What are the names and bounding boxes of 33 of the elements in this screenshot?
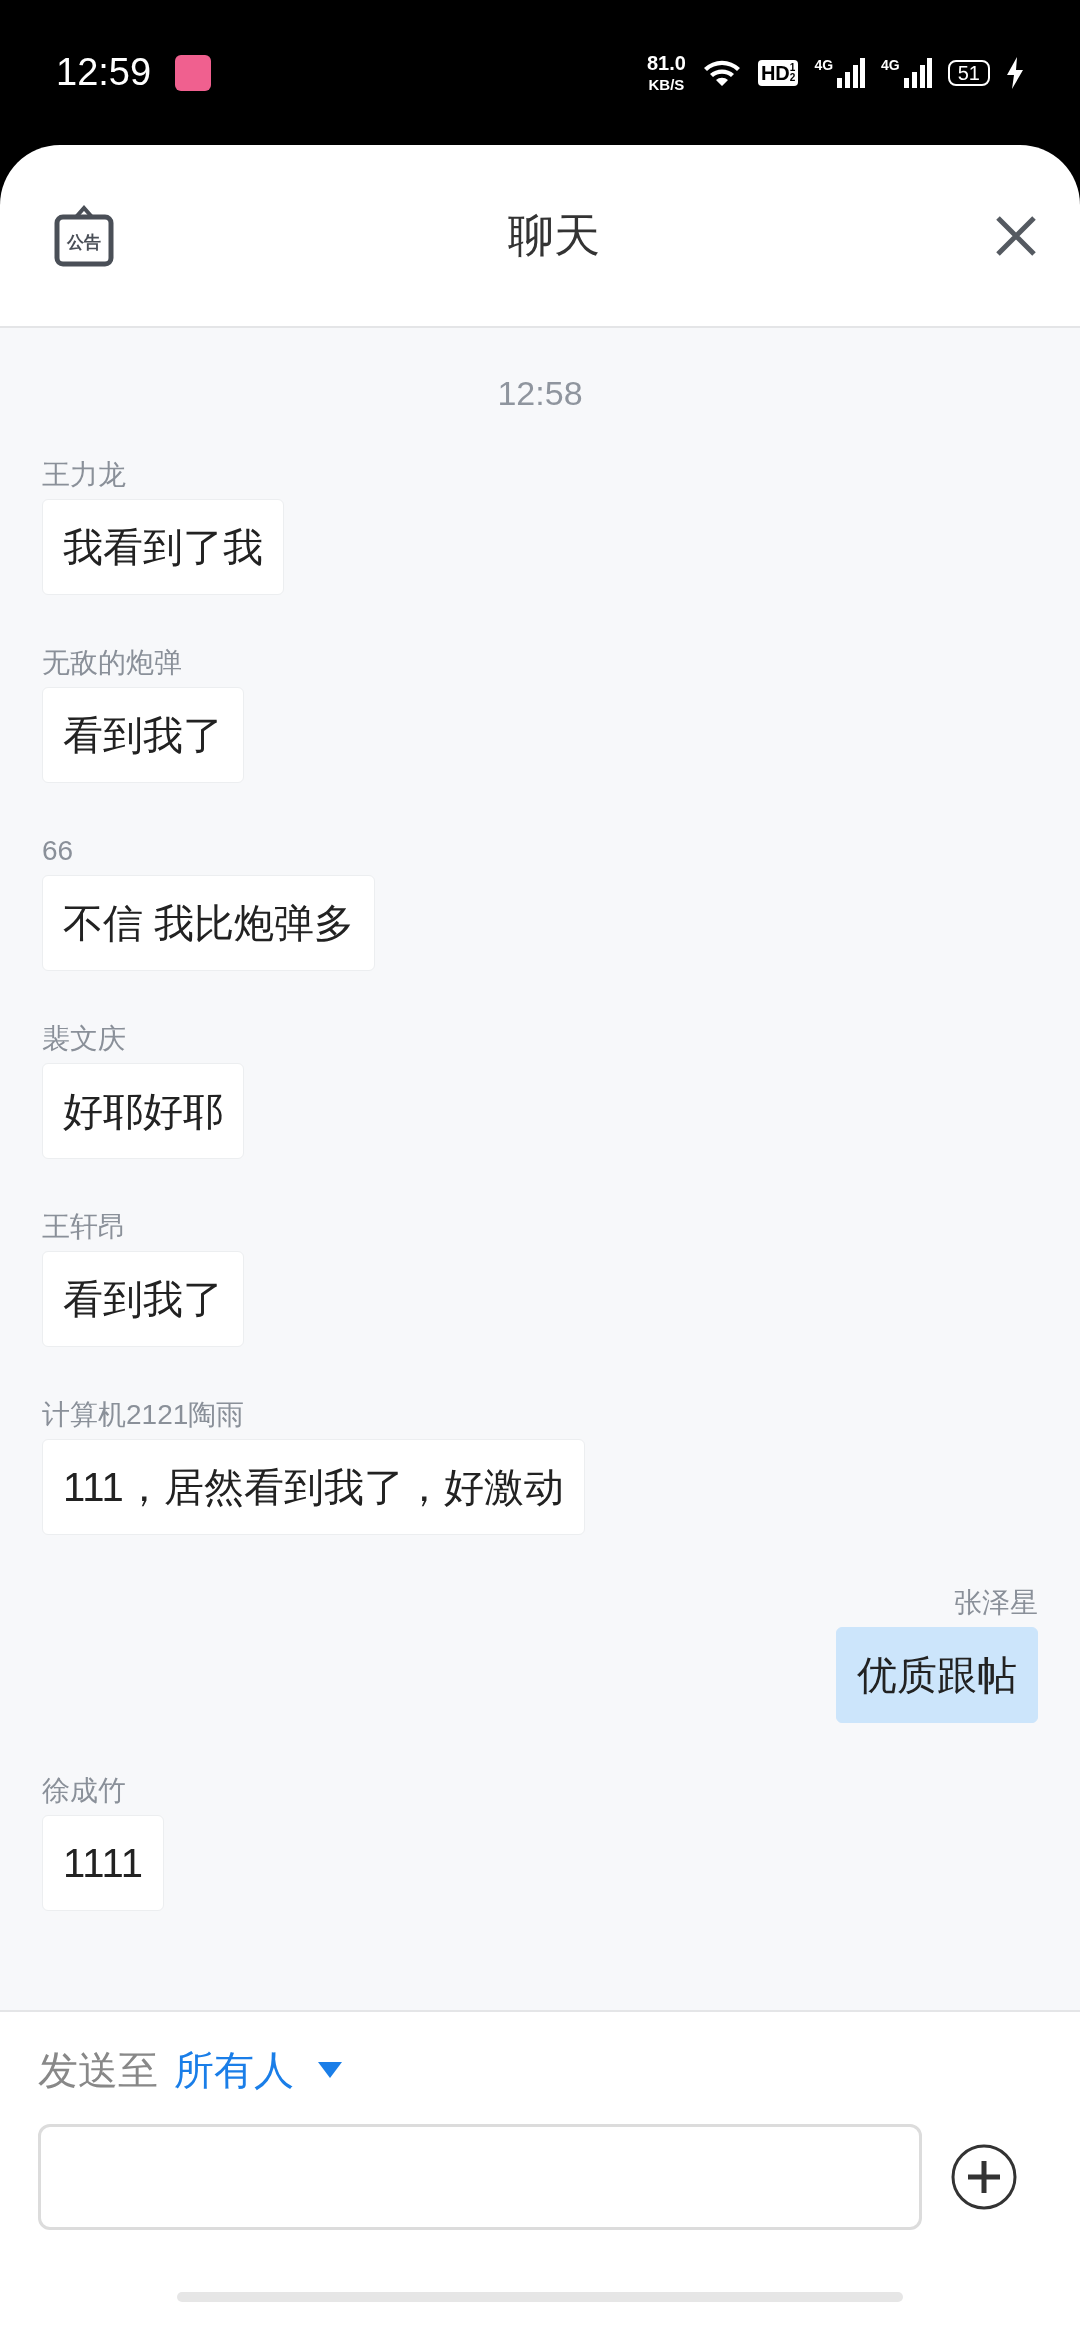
- status-time: 12:59: [56, 50, 152, 95]
- message-bubble: 不信 我比炮弹多: [42, 875, 376, 971]
- caret-icon: [318, 2062, 342, 2078]
- message-bubble: 1111: [42, 1815, 165, 1911]
- signal-icon: [903, 57, 932, 88]
- sender-name: 徐成竹: [42, 1774, 126, 1808]
- sender-name: 张泽星: [954, 1586, 1038, 1620]
- sender-name: 裴文庆: [42, 1022, 126, 1056]
- sender-name: 66: [42, 834, 74, 868]
- network-speed: 81.0 KB/S: [647, 52, 686, 93]
- message-bubble: 优质跟帖: [836, 1627, 1038, 1723]
- chat-title: 聊天: [508, 208, 600, 263]
- message-bubble: 好耶好耶: [42, 1063, 244, 1159]
- signal-icon: [837, 57, 866, 88]
- battery-level: 51: [947, 59, 990, 86]
- network-type: 4G: [881, 57, 900, 72]
- message-bubble: 111，居然看到我了，好激动: [42, 1439, 585, 1535]
- recipient-dropdown[interactable]: 所有人: [174, 2040, 342, 2100]
- add-icon[interactable]: [950, 2143, 1018, 2211]
- message-input[interactable]: [38, 2124, 922, 2230]
- sender-name: 计算机2121陶雨: [42, 1398, 245, 1432]
- message-timestamp: 12:58: [497, 373, 583, 414]
- sender-name: 无敌的炮弹: [42, 646, 182, 680]
- message-bubble: 看到我了: [42, 1251, 244, 1347]
- app-icon: [175, 54, 212, 91]
- message-bubble: 看到我了: [42, 687, 244, 783]
- network-type: 4G: [814, 57, 834, 72]
- message-bubble: 我看到了我: [42, 499, 284, 595]
- charging-icon: [1006, 56, 1024, 89]
- close-icon[interactable]: [994, 213, 1038, 258]
- sender-name: 王轩昂: [42, 1210, 126, 1244]
- sender-name: 王力龙: [42, 458, 126, 492]
- send-to-label: 发送至: [38, 2047, 158, 2094]
